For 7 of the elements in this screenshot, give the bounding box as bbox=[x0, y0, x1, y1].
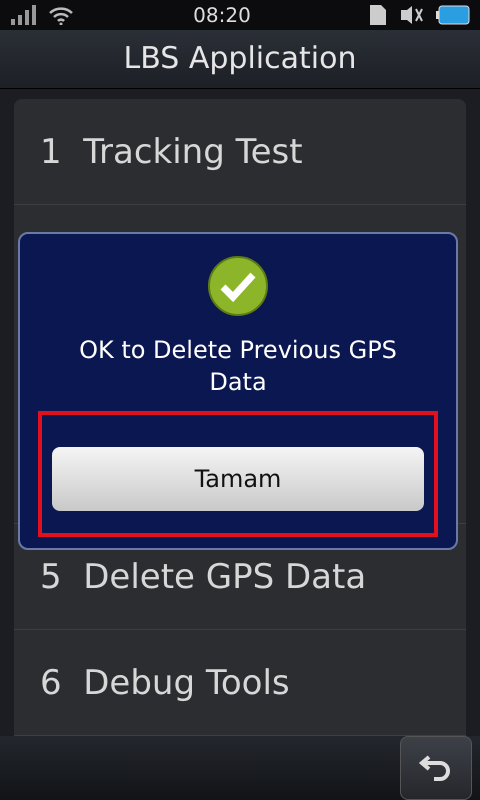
ok-button[interactable]: Tamam bbox=[52, 446, 424, 511]
menu-item[interactable]: 1 Tracking Test bbox=[40, 132, 303, 172]
header-title: LBS Application bbox=[124, 41, 356, 76]
dialog-message: OK to Delete Previous GPS Data bbox=[78, 335, 398, 398]
menu-item[interactable]: 6 Debug Tools bbox=[40, 662, 290, 702]
menu-item[interactable]: 5 Delete GPS Data bbox=[40, 556, 366, 596]
status-time: 08:20 bbox=[192, 2, 252, 27]
